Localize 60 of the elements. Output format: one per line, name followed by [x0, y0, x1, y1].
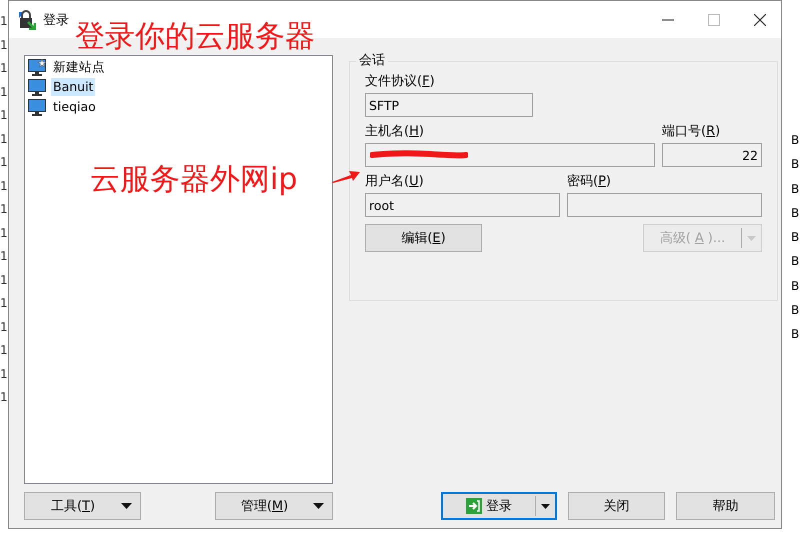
username-field[interactable]: root — [365, 193, 560, 217]
site-item[interactable]: 新建站点 — [51, 58, 107, 76]
field-label: 密码(P) — [567, 174, 612, 189]
background-text: 1 — [0, 224, 8, 242]
field-label: 文件协议(F) — [365, 74, 436, 89]
enter-icon — [466, 498, 482, 514]
annotation-arrow — [331, 168, 361, 184]
window-title: 登录 — [43, 12, 69, 28]
background-text: B — [791, 326, 800, 344]
port-field[interactable]: 22 — [662, 143, 762, 167]
background-text: 1 — [0, 107, 8, 124]
background-text: 1 — [0, 130, 8, 148]
background-text: B — [791, 156, 800, 174]
protocol-field[interactable]: SFTP — [365, 93, 533, 117]
caret-icon — [541, 504, 550, 508]
edit-button[interactable]: 编辑(E) — [365, 224, 482, 252]
background-text: 1 — [0, 366, 8, 382]
caret-icon — [747, 236, 756, 240]
host-field[interactable] — [365, 143, 655, 167]
background-text: 1 — [0, 272, 8, 288]
background-text: 1 — [0, 154, 8, 171]
site-item[interactable]: tieqiao — [51, 98, 98, 116]
monitor-icon — [28, 78, 46, 96]
background-text: B — [791, 302, 800, 320]
monitor-icon — [28, 98, 46, 116]
field-label: 主机名(H) — [365, 124, 425, 139]
annotation-text: 云服务器外网ip — [90, 163, 298, 197]
monitor-icon — [28, 58, 46, 76]
lock-icon — [18, 10, 36, 30]
background-text: 1 — [0, 36, 8, 54]
background-text: 1 — [0, 342, 8, 359]
background-text: 1 — [0, 84, 8, 100]
annotation-text: 登录你的云服务器 — [75, 20, 315, 54]
background-text: 1 — [0, 318, 8, 336]
background-text: 1 — [0, 178, 8, 194]
manage-button[interactable]: 管理(M) — [215, 492, 333, 520]
background-text: 1 — [0, 60, 8, 77]
background-text: 1 — [0, 295, 8, 312]
site-item[interactable]: Banuit — [51, 78, 96, 96]
help-button[interactable]: 帮助 — [676, 492, 775, 520]
field-label: 用户名(U) — [365, 174, 425, 189]
tools-button[interactable]: 工具(T) — [24, 492, 141, 520]
background-text: B — [791, 132, 800, 149]
background-text: B — [791, 229, 800, 246]
background-text: 1 — [0, 201, 8, 218]
password-field[interactable] — [567, 193, 762, 217]
background-text: 1 — [0, 389, 8, 406]
caret-icon — [313, 503, 324, 509]
close-icon[interactable] — [754, 14, 766, 26]
close-button[interactable]: 关闭 — [568, 492, 665, 520]
background-text: B — [791, 278, 800, 295]
login-button[interactable]: 登录 — [441, 492, 557, 520]
background-text: B — [791, 253, 800, 270]
group-title: 会话 — [356, 53, 388, 69]
background-text: 1 — [0, 248, 8, 265]
caret-icon — [121, 503, 132, 509]
background-text: 1 — [0, 13, 8, 30]
background-text: B — [791, 180, 800, 198]
field-label: 端口号(R) — [662, 124, 722, 139]
background-text: B — [791, 204, 800, 222]
